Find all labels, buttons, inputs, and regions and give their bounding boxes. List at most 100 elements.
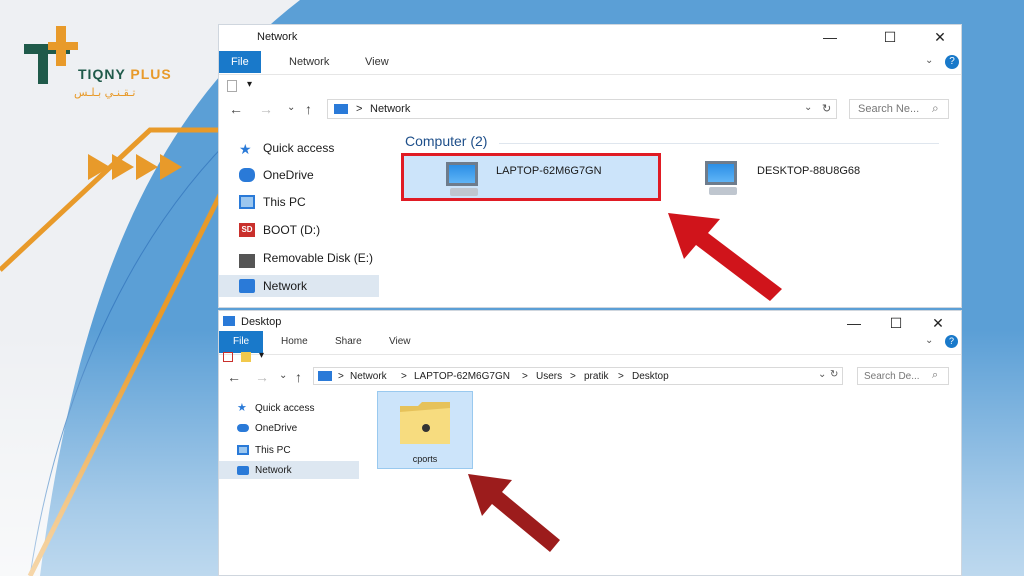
forward-button[interactable]: → xyxy=(255,369,269,385)
window-title: Desktop xyxy=(241,316,282,328)
network-window: Network — ☐ ✕ File Network View ⌄ ? ▾ ← … xyxy=(218,24,962,308)
tab-share[interactable]: Share xyxy=(335,336,362,347)
navigation-bar: ← → ⌄ ↑ > Network > LAPTOP-62M6G7GN > Us… xyxy=(219,365,961,393)
brand-name-part-b: PLUS xyxy=(130,66,172,82)
ribbon-tabs: File Network View ⌄ ? xyxy=(219,51,961,75)
sidebar-item-label: OneDrive xyxy=(255,422,298,434)
sidebar-item-this-pc[interactable]: This PC xyxy=(237,439,357,461)
close-button[interactable]: ✕ xyxy=(923,313,953,333)
sidebar-item-removable-disk[interactable]: Removable Disk (E:) xyxy=(239,247,384,269)
recent-locations-icon[interactable]: ⌄ xyxy=(279,370,287,381)
maximize-button[interactable]: ☐ xyxy=(881,313,911,333)
minimize-button[interactable]: — xyxy=(815,27,845,47)
address-segment-network[interactable]: Network xyxy=(370,103,410,115)
customize-toolbar-icon[interactable]: ▾ xyxy=(259,350,264,361)
quick-access-toolbar: ▾ xyxy=(219,77,961,97)
network-icon xyxy=(237,465,249,475)
star-icon: ★ xyxy=(237,402,247,414)
play-arrows-icon xyxy=(88,154,182,180)
group-header-computer[interactable]: Computer (2) xyxy=(405,133,487,149)
recent-locations-icon[interactable]: ⌄ xyxy=(287,102,295,113)
folder-item-label: cports xyxy=(412,454,438,464)
sidebar-item-label: BOOT (D:) xyxy=(263,223,321,237)
chevron-down-icon[interactable]: ⌄ xyxy=(925,55,933,66)
desktop-window: Desktop — ☐ ✕ File Home Share View ⌄ ? ▾… xyxy=(218,310,962,576)
address-segment-users[interactable]: Users xyxy=(536,371,562,382)
address-segment-pratik[interactable]: pratik xyxy=(584,371,608,382)
sidebar-item-boot-drive[interactable]: SD BOOT (D:) xyxy=(239,219,379,241)
new-folder-icon[interactable] xyxy=(241,352,251,362)
sidebar-item-label: This PC xyxy=(263,195,306,209)
network-icon xyxy=(318,371,332,381)
search-placeholder: Search De... xyxy=(864,371,920,382)
sidebar-item-quick-access[interactable]: ★ Quick access xyxy=(237,397,357,419)
up-button[interactable]: ↑ xyxy=(295,369,302,385)
maximize-button[interactable]: ☐ xyxy=(875,27,905,47)
sidebar-item-label: Quick access xyxy=(263,141,335,155)
sidebar-item-label: Network xyxy=(255,464,292,476)
properties-icon[interactable] xyxy=(227,80,237,92)
folder-item-cports[interactable]: cports xyxy=(377,391,473,469)
address-separator: > xyxy=(522,371,528,382)
address-segment-network[interactable]: Network xyxy=(350,371,387,382)
sidebar-item-onedrive[interactable]: OneDrive xyxy=(237,417,357,439)
brand-name: TIQNY PLUS xyxy=(78,66,172,82)
refresh-icon[interactable]: ↻ xyxy=(830,369,838,380)
tab-file[interactable]: File xyxy=(219,51,261,73)
minimize-button[interactable]: — xyxy=(839,313,869,333)
network-icon xyxy=(239,279,255,293)
address-bar[interactable]: > Network > LAPTOP-62M6G7GN > Users > pr… xyxy=(313,367,843,385)
title-bar[interactable]: Network — ☐ ✕ xyxy=(219,25,961,49)
sidebar-item-label: This PC xyxy=(255,444,291,456)
back-button[interactable]: ← xyxy=(229,101,243,117)
address-separator: > xyxy=(570,371,576,382)
drive-icon xyxy=(239,254,255,268)
help-icon[interactable]: ? xyxy=(945,335,958,348)
sidebar-item-network[interactable]: Network xyxy=(219,461,359,479)
address-dropdown-icon[interactable]: ⌄ xyxy=(804,102,812,113)
computer-item-laptop[interactable]: LAPTOP-62M6G7GN xyxy=(401,153,661,201)
address-bar[interactable]: > Network ⌄ ↻ xyxy=(327,99,837,119)
refresh-icon[interactable]: ↻ xyxy=(822,102,831,115)
address-segment-laptop[interactable]: LAPTOP-62M6G7GN xyxy=(414,371,510,382)
search-icon: ⌕ xyxy=(932,369,939,381)
help-icon[interactable]: ? xyxy=(945,55,959,69)
chevron-down-icon[interactable]: ⌄ xyxy=(925,335,933,346)
search-placeholder: Search Ne... xyxy=(858,103,920,115)
customize-toolbar-icon[interactable]: ▾ xyxy=(247,79,252,90)
computer-item-label: LAPTOP-62M6G7GN xyxy=(496,165,602,177)
address-separator: > xyxy=(356,103,363,115)
group-divider xyxy=(499,143,939,144)
address-dropdown-icon[interactable]: ⌄ xyxy=(818,369,826,380)
computer-icon xyxy=(239,195,255,209)
tab-network[interactable]: Network xyxy=(289,56,329,68)
up-button[interactable]: ↑ xyxy=(305,101,312,117)
computer-item-desktop[interactable]: DESKTOP-88U8G68 xyxy=(701,153,901,201)
sidebar-item-network[interactable]: Network xyxy=(219,275,379,297)
cloud-icon xyxy=(237,424,249,432)
logo-mark-icon xyxy=(24,26,78,84)
red-arrow-icon xyxy=(668,213,782,301)
forward-button[interactable]: → xyxy=(259,101,273,117)
cloud-icon xyxy=(239,168,255,182)
sidebar-item-quick-access[interactable]: ★ Quick access xyxy=(239,137,379,159)
sidebar-item-onedrive[interactable]: OneDrive xyxy=(239,164,379,186)
search-icon: ⌕ xyxy=(932,101,939,115)
computer-item-label: DESKTOP-88U8G68 xyxy=(757,165,861,177)
address-separator: > xyxy=(401,371,407,382)
tab-view[interactable]: View xyxy=(365,56,389,68)
tab-view[interactable]: View xyxy=(389,336,411,347)
search-box[interactable]: Search De... ⌕ xyxy=(857,367,949,385)
close-button[interactable]: ✕ xyxy=(925,27,955,47)
star-icon: ★ xyxy=(239,141,252,157)
sidebar-item-label: OneDrive xyxy=(263,168,314,182)
tab-home[interactable]: Home xyxy=(281,336,308,347)
red-arrow-icon xyxy=(468,474,560,552)
back-button[interactable]: ← xyxy=(227,369,241,385)
sidebar-item-this-pc[interactable]: This PC xyxy=(239,191,379,213)
address-segment-desktop[interactable]: Desktop xyxy=(632,371,669,382)
window-title: Network xyxy=(257,31,298,43)
brand-name-part-a: TIQNY xyxy=(78,66,126,82)
properties-icon[interactable] xyxy=(223,352,233,362)
search-box[interactable]: Search Ne... ⌕ xyxy=(849,99,949,119)
